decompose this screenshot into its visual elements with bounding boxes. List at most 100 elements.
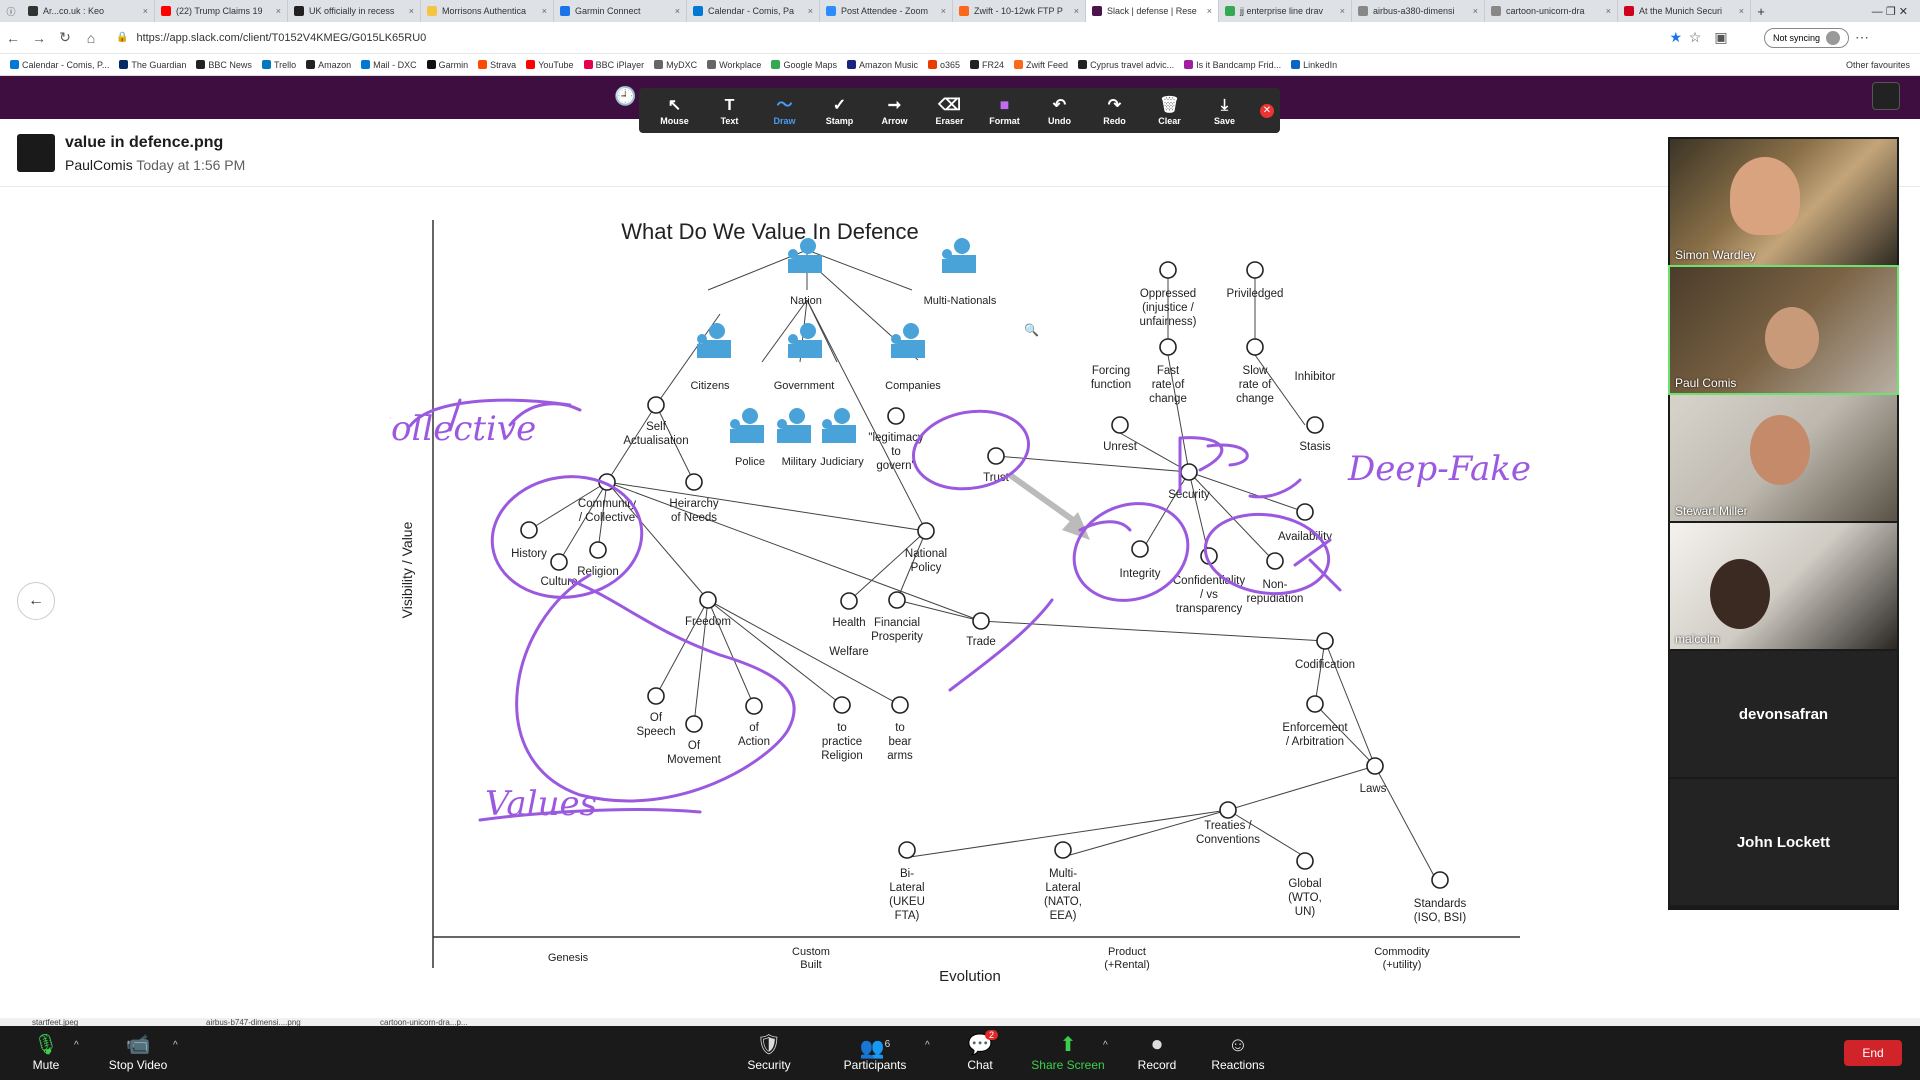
close-tab-icon[interactable]: × [1071, 6, 1079, 16]
home-icon[interactable]: ⌂ [78, 30, 104, 46]
back-icon[interactable]: ← [0, 30, 26, 46]
stop-video-button[interactable]: 📹 Stop Video [98, 1032, 178, 1072]
annotation-tool-redo[interactable]: ↷ Redo [1087, 96, 1142, 126]
bookmark-item[interactable]: Cyprus travel advic... [1078, 60, 1174, 70]
close-tab-icon[interactable]: × [406, 6, 414, 16]
annotation-tool-stamp[interactable]: ✓ Stamp [812, 96, 867, 126]
video-tile-3[interactable]: Stewart Miller [1670, 395, 1897, 521]
annotation-tool-eraser[interactable]: ⌫ Eraser [922, 96, 977, 126]
browser-tab[interactable]: Morrisons Authentica × [421, 0, 554, 22]
participant-name-tile[interactable]: devonsafran [1670, 651, 1897, 777]
url-field[interactable]: 🔒 https://app.slack.com/client/T0152V4KM… [112, 26, 1682, 50]
previous-image-button[interactable]: ← [17, 582, 55, 620]
collections-icon[interactable]: ▣ [1708, 29, 1734, 46]
close-tab-icon[interactable]: × [805, 6, 813, 16]
file-thumbnail[interactable] [17, 134, 55, 172]
forward-icon[interactable]: → [26, 30, 52, 46]
end-meeting-button[interactable]: End [1844, 1040, 1902, 1066]
new-tab-icon[interactable]: + [1751, 4, 1771, 19]
other-bookmarks[interactable]: Other favourites [1846, 60, 1910, 70]
bookmark-item[interactable]: BBC News [196, 60, 252, 70]
browser-tab[interactable]: cartoon-unicorn-dra × [1485, 0, 1618, 22]
close-tab-icon[interactable]: × [1337, 6, 1345, 16]
video-tile-4[interactable]: malcolm [1670, 523, 1897, 649]
reactions-button[interactable]: ☺ Reactions [1198, 1032, 1278, 1072]
bookmark-item[interactable]: Amazon Music [846, 60, 918, 70]
security-button[interactable]: 🛡 Security [729, 1032, 809, 1072]
chat-label: Chat [967, 1058, 993, 1072]
bookmark-item[interactable]: Zwift Feed [1014, 60, 1068, 70]
info-icon[interactable]: ⓘ [0, 5, 22, 18]
browser-tab[interactable]: Slack | defense | Rese × [1086, 0, 1219, 22]
bookmark-item[interactable]: YouTube [526, 60, 574, 70]
bookmark-item[interactable]: o365 [928, 60, 960, 70]
share-options-icon[interactable]: ^ [1103, 1040, 1108, 1051]
record-button[interactable]: ⏺ Record [1117, 1032, 1197, 1072]
annotation-tool-arrow[interactable]: ➞ Arrow [867, 96, 922, 126]
bookmark-item[interactable]: Is it Bandcamp Frid... [1184, 60, 1281, 70]
participants-count: 6 [884, 1039, 891, 1050]
star-icon[interactable]: ★ [1669, 29, 1682, 46]
browser-tab[interactable]: Garmin Connect × [554, 0, 687, 22]
bookmark-item[interactable]: FR24 [970, 60, 1004, 70]
annotation-tool-save[interactable]: ⤓ Save [1197, 96, 1252, 126]
video-tile-2[interactable]: Paul Comis [1668, 265, 1899, 395]
video-tile-1[interactable]: Simon Wardley [1670, 139, 1897, 265]
window-controls[interactable]: — ❐ ✕ [1872, 5, 1920, 18]
browser-tab[interactable]: jj enterprise line drav × [1219, 0, 1352, 22]
file-author[interactable]: PaulComis [65, 157, 133, 173]
close-tab-icon[interactable]: × [1204, 6, 1212, 16]
browser-tab[interactable]: At the Munich Securi × [1618, 0, 1751, 22]
bookmark-item[interactable]: Workplace [707, 60, 761, 70]
browser-tab[interactable]: Calendar - Comis, Pa × [687, 0, 820, 22]
bookmark-item[interactable]: Mail - DXC [361, 60, 417, 70]
browser-tab[interactable]: airbus-a380-dimensi × [1352, 0, 1485, 22]
close-tab-icon[interactable]: × [1603, 6, 1611, 16]
browser-tab[interactable]: Zwift - 10-12wk FTP P × [953, 0, 1086, 22]
bookmark-item[interactable]: LinkedIn [1291, 60, 1337, 70]
browser-tab[interactable]: (22) Trump Claims 19 × [155, 0, 288, 22]
close-tab-icon[interactable]: × [539, 6, 547, 16]
bookmark-item[interactable]: Google Maps [771, 60, 837, 70]
audio-options-icon[interactable]: ^ [74, 1040, 79, 1051]
more-icon[interactable]: ⋯ [1849, 29, 1875, 46]
favorites-icon[interactable]: ☆ [1682, 29, 1708, 46]
bookmark-item[interactable]: The Guardian [119, 60, 186, 70]
close-tab-icon[interactable]: × [273, 6, 281, 16]
annotation-tool-draw[interactable]: 〜 Draw [757, 96, 812, 126]
chat-button[interactable]: 💬 2 Chat [940, 1030, 1020, 1072]
bookmark-item[interactable]: Trello [261, 60, 296, 70]
participants-button[interactable]: 👥6 Participants [835, 1032, 915, 1072]
browser-tab[interactable]: Post Attendee - Zoom × [820, 0, 953, 22]
participants-options-icon[interactable]: ^ [925, 1040, 930, 1051]
close-tab-icon[interactable]: × [672, 6, 680, 16]
close-tab-icon[interactable]: × [1470, 6, 1478, 16]
bookmark-item[interactable]: Amazon [306, 60, 351, 70]
close-tab-icon[interactable]: × [938, 6, 946, 16]
close-tab-icon[interactable]: × [140, 6, 148, 16]
annotation-tool-format[interactable]: ■ Format [977, 96, 1032, 126]
user-avatar[interactable] [1872, 82, 1900, 110]
bookmark-item[interactable]: Strava [478, 60, 516, 70]
annotation-tool-text[interactable]: T Text [702, 96, 757, 126]
sync-button[interactable]: Not syncing [1764, 27, 1850, 48]
reload-icon[interactable]: ↻ [52, 29, 78, 46]
bookmark-item[interactable]: Garmin [426, 60, 468, 70]
browser-tab[interactable]: Ar...co.uk : Keo × [22, 0, 155, 22]
annotation-tool-undo[interactable]: ↶ Undo [1032, 96, 1087, 126]
bookmark-item[interactable]: MyDXC [654, 60, 697, 70]
close-tab-icon[interactable]: × [1736, 6, 1744, 16]
participant-name-tile[interactable]: John Lockett [1670, 779, 1897, 905]
history-icon[interactable]: 🕘 [614, 86, 636, 107]
bookmark-item[interactable]: Calendar - Comis, P... [10, 60, 109, 70]
share-screen-button[interactable]: ⬆ Share Screen [1028, 1032, 1108, 1072]
bookmarks-bar: Calendar - Comis, P... The Guardian BBC Ne… [0, 54, 1920, 76]
close-icon[interactable]: ✕ [1260, 104, 1274, 118]
bookmark-icon [707, 60, 717, 69]
mute-button[interactable]: 🎙 Mute [6, 1032, 86, 1072]
video-options-icon[interactable]: ^ [173, 1040, 178, 1051]
browser-tab[interactable]: UK officially in recess × [288, 0, 421, 22]
bookmark-item[interactable]: BBC iPlayer [583, 60, 644, 70]
annotation-tool-clear[interactable]: 🗑 Clear [1142, 96, 1197, 126]
annotation-tool-mouse[interactable]: ↖ Mouse [647, 96, 702, 126]
